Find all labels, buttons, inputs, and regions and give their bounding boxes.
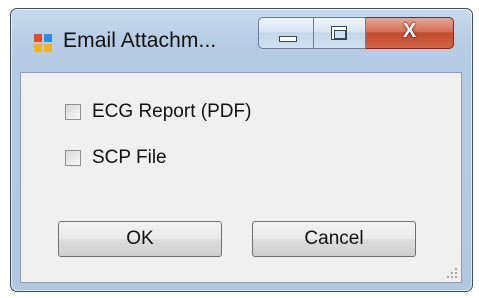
caption-buttons: X	[258, 17, 454, 51]
ecg-report-checkbox[interactable]	[65, 104, 81, 120]
maximize-icon	[331, 26, 347, 40]
close-button[interactable]: X	[366, 17, 454, 49]
minimize-button[interactable]	[258, 17, 314, 49]
resize-grip-icon[interactable]	[446, 267, 458, 279]
scp-file-label: SCP File	[92, 147, 167, 168]
dialog-content: ECG Report (PDF) SCP File OK Cancel	[20, 72, 462, 283]
dialog-window: Email Attachm... X ECG Report (PDF) SCP …	[10, 8, 473, 292]
title-bar[interactable]: Email Attachm... X	[11, 9, 472, 65]
scp-file-checkbox[interactable]	[65, 150, 81, 166]
application-icon	[34, 34, 52, 52]
option-scp-file[interactable]: SCP File	[65, 147, 167, 169]
option-ecg-report[interactable]: ECG Report (PDF)	[65, 101, 251, 123]
window-title: Email Attachm...	[63, 29, 217, 52]
cancel-button[interactable]: Cancel	[252, 221, 416, 257]
ecg-report-label: ECG Report (PDF)	[92, 101, 252, 122]
maximize-button[interactable]	[314, 17, 366, 49]
close-icon: X	[402, 20, 417, 42]
minimize-icon	[279, 36, 297, 42]
ok-button[interactable]: OK	[58, 221, 222, 257]
